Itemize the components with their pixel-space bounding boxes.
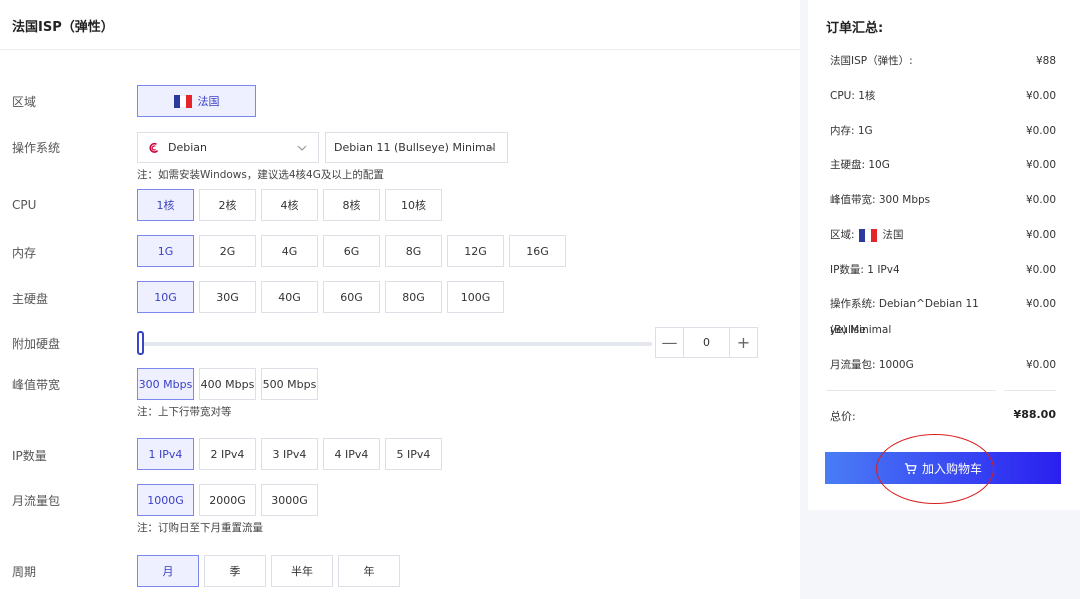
ip-count-option[interactable]: 1 IPv4 (137, 438, 194, 470)
summary-value: ¥0.00 (1025, 359, 1056, 371)
period-label: 周期 (12, 565, 37, 579)
total-label: 总价: (830, 410, 856, 423)
order-summary-panel: 订单汇总: 法国ISP（弹性）: ¥88 CPU: 1核 ¥0.00 内存: 1… (808, 0, 1080, 510)
summary-key: 月流量包: 1000G (830, 359, 914, 371)
traffic-option[interactable]: 2000G (199, 484, 256, 516)
extra-disk-slider-track[interactable] (140, 342, 652, 346)
traffic-note: 注：订购日至下月重置流量 (137, 522, 263, 534)
traffic-option[interactable]: 1000G (137, 484, 194, 516)
page-header: 法国ISP（弹性） (0, 0, 800, 50)
summary-key: 内存: 1G (830, 125, 873, 137)
os-version-select[interactable]: Debian 11 (Bullseye) Minimal (325, 132, 508, 163)
cpu-option[interactable]: 1核 (137, 189, 194, 221)
debian-logo-icon (149, 142, 159, 153)
disk-option[interactable]: 30G (199, 281, 256, 313)
page-title: 法国ISP（弹性） (12, 20, 114, 35)
ip-count-option[interactable]: 3 IPv4 (261, 438, 318, 470)
summary-key-continued: ye) Minimal (830, 324, 892, 336)
disk-option[interactable]: 10G (137, 281, 194, 313)
france-flag-icon (858, 228, 877, 242)
summary-key: CPU: 1核 (830, 90, 876, 102)
chevron-down-icon (297, 145, 307, 151)
add-to-cart-button[interactable]: 加入购物车 (825, 452, 1061, 484)
cpu-option[interactable]: 8核 (323, 189, 380, 221)
extra-disk-value[interactable]: 0 (683, 328, 730, 357)
extra-disk-slider-handle[interactable] (137, 331, 144, 355)
memory-option[interactable]: 12G (447, 235, 504, 267)
cart-icon (904, 462, 917, 474)
region-option-france[interactable]: 法国 (137, 85, 256, 117)
bandwidth-note: 注：上下行带宽对等 (137, 406, 232, 418)
summary-value: ¥0.00 (1025, 159, 1056, 171)
chevron-down-icon (486, 145, 496, 151)
memory-option[interactable]: 2G (199, 235, 256, 267)
ip-count-label: IP数量 (12, 449, 47, 463)
disk-option[interactable]: 40G (261, 281, 318, 313)
os-note: 注：如需安装Windows，建议选4核4G及以上的配置 (137, 169, 384, 181)
config-panel: 法国ISP（弹性） 区域 法国 操作系统 Debian Debian 11 (B… (0, 0, 800, 599)
summary-value: ¥0.00 (1025, 90, 1056, 102)
summary-value: ¥0.00 (1025, 194, 1056, 206)
minus-button[interactable]: — (656, 328, 683, 357)
period-option[interactable]: 年 (338, 555, 400, 587)
bandwidth-option[interactable]: 300 Mbps (137, 368, 194, 400)
bandwidth-option[interactable]: 400 Mbps (199, 368, 256, 400)
ip-count-option[interactable]: 4 IPv4 (323, 438, 380, 470)
summary-value: ¥0.00 (1025, 229, 1056, 241)
cpu-label: CPU (12, 198, 37, 212)
os-distro-select[interactable]: Debian (137, 132, 319, 163)
summary-key: IP数量: 1 IPv4 (830, 264, 900, 276)
disk-option[interactable]: 60G (323, 281, 380, 313)
period-option[interactable]: 半年 (271, 555, 333, 587)
summary-title: 订单汇总: (826, 21, 884, 36)
summary-value: ¥0.00 (1025, 264, 1056, 276)
summary-key: 峰值带宽: 300 Mbps (830, 194, 931, 206)
extra-disk-label: 附加硬盘 (12, 337, 61, 351)
region-option-label: 法国 (197, 95, 220, 108)
region-label: 区域 (12, 95, 37, 109)
ip-count-option[interactable]: 5 IPv4 (385, 438, 442, 470)
summary-value: ¥0.00 (1025, 298, 1056, 310)
extra-disk-stepper: — 0 + (655, 327, 758, 358)
os-label: 操作系统 (12, 141, 61, 155)
add-to-cart-label: 加入购物车 (921, 461, 982, 476)
ip-count-option[interactable]: 2 IPv4 (199, 438, 256, 470)
summary-key-prefix: 区域: (830, 229, 855, 241)
bandwidth-option[interactable]: 500 Mbps (261, 368, 318, 400)
traffic-option[interactable]: 3000G (261, 484, 318, 516)
traffic-label: 月流量包 (12, 494, 61, 508)
summary-key: 法国ISP（弹性）: (830, 55, 913, 67)
memory-option[interactable]: 8G (385, 235, 442, 267)
disk-option[interactable]: 100G (447, 281, 504, 313)
memory-option[interactable]: 1G (137, 235, 194, 267)
summary-value: ¥88 (1035, 55, 1056, 67)
memory-option[interactable]: 4G (261, 235, 318, 267)
summary-divider (1004, 390, 1056, 391)
summary-key: 主硬盘: 10G (830, 159, 890, 171)
os-distro-value: Debian (168, 141, 207, 154)
period-option[interactable]: 季 (204, 555, 266, 587)
summary-divider (826, 390, 996, 391)
os-version-value: Debian 11 (Bullseye) Minimal (334, 141, 496, 154)
disk-option[interactable]: 80G (385, 281, 442, 313)
period-option[interactable]: 月 (137, 555, 199, 587)
france-flag-icon (173, 94, 192, 108)
total-value: ¥88.00 (1013, 408, 1056, 421)
bandwidth-label: 峰值带宽 (12, 378, 61, 392)
cpu-option[interactable]: 4核 (261, 189, 318, 221)
memory-label: 内存 (12, 246, 37, 260)
disk-label: 主硬盘 (12, 292, 49, 306)
cpu-option[interactable]: 2核 (199, 189, 256, 221)
summary-key-suffix: 法国 (882, 229, 904, 241)
memory-option[interactable]: 6G (323, 235, 380, 267)
plus-button[interactable]: + (730, 328, 757, 357)
summary-key: 区域: 法国 (830, 222, 1000, 248)
summary-value: ¥0.00 (1025, 125, 1056, 137)
memory-option[interactable]: 16G (509, 235, 566, 267)
cpu-option[interactable]: 10核 (385, 189, 442, 221)
total-row: 总价: ¥88.00 (830, 408, 1056, 424)
